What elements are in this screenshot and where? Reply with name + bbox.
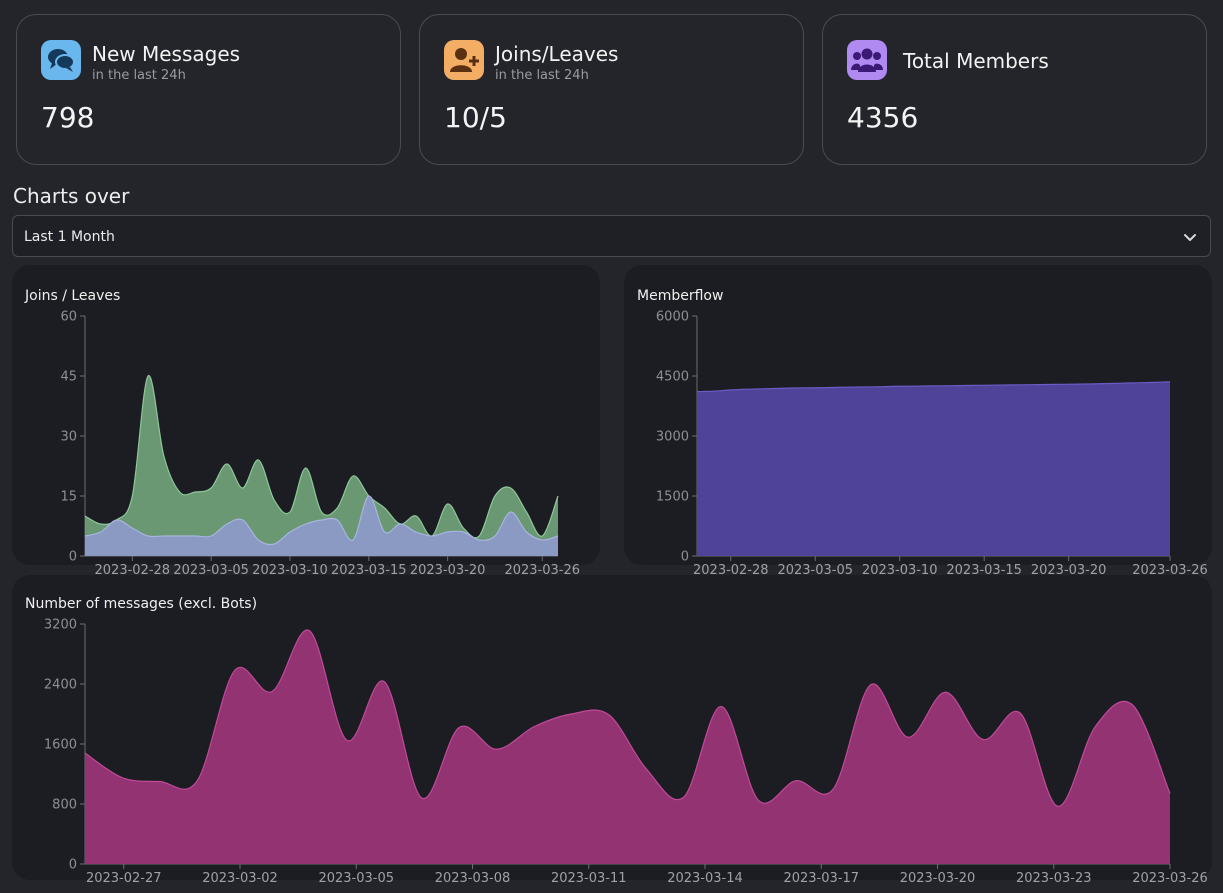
- x-tick-label: 2023-03-05: [173, 563, 249, 578]
- x-tick-label: 2023-03-20: [900, 871, 976, 886]
- y-tick-label: 1600: [44, 738, 77, 753]
- y-tick-label: 3000: [656, 430, 689, 445]
- x-tick-label: 2023-02-27: [86, 871, 162, 886]
- y-tick-label: 45: [60, 370, 77, 385]
- x-tick-label: 2023-03-26: [504, 563, 580, 578]
- y-tick-label: 30: [60, 430, 77, 445]
- y-tick-label: 4500: [656, 370, 689, 385]
- y-tick-label: 800: [52, 798, 77, 813]
- x-tick-label: 2023-03-20: [410, 563, 486, 578]
- x-tick-label: 2023-03-26: [1132, 563, 1208, 578]
- x-tick-label: 2023-03-14: [667, 871, 743, 886]
- y-tick-label: 3200: [44, 618, 77, 633]
- x-tick-label: 2023-03-10: [862, 563, 938, 578]
- x-tick-label: 2023-03-23: [1016, 871, 1092, 886]
- x-tick-label: 2023-03-05: [318, 871, 394, 886]
- charts-canvas: 0153045602023-02-28 2023-03-05 2023-03-10 2…: [44, 310, 1208, 887]
- x-tick-label: 2023-02-28: [95, 563, 171, 578]
- x-tick-label: 2023-03-08: [435, 871, 511, 886]
- x-tick-label: 2023-03-10: [252, 563, 328, 578]
- x-tick-label: 2023-03-20: [1031, 563, 1107, 578]
- x-tick-label: 2023-03-15: [331, 563, 407, 578]
- y-tick-label: 60: [60, 310, 77, 325]
- x-tick-label: 2023-03-15: [946, 563, 1022, 578]
- x-tick-label: 2023-03-11: [551, 871, 627, 886]
- y-tick-label: 0: [681, 550, 689, 565]
- x-tick-label: 2023-02-28: [693, 563, 769, 578]
- y-tick-label: 2400: [44, 678, 77, 693]
- y-tick-label: 0: [69, 550, 77, 565]
- y-tick-label: 1500: [656, 490, 689, 505]
- messages-series-area: [85, 630, 1170, 864]
- x-tick-label: 2023-03-02: [202, 871, 278, 886]
- y-tick-label: 6000: [656, 310, 689, 325]
- memberflow-series-area: [697, 381, 1170, 556]
- x-tick-label: 2023-03-17: [783, 871, 859, 886]
- y-tick-label: 15: [60, 490, 77, 505]
- x-tick-label: 2023-03-26: [1132, 871, 1208, 886]
- y-tick-label: 0: [69, 858, 77, 873]
- x-tick-label: 2023-03-05: [777, 563, 853, 578]
